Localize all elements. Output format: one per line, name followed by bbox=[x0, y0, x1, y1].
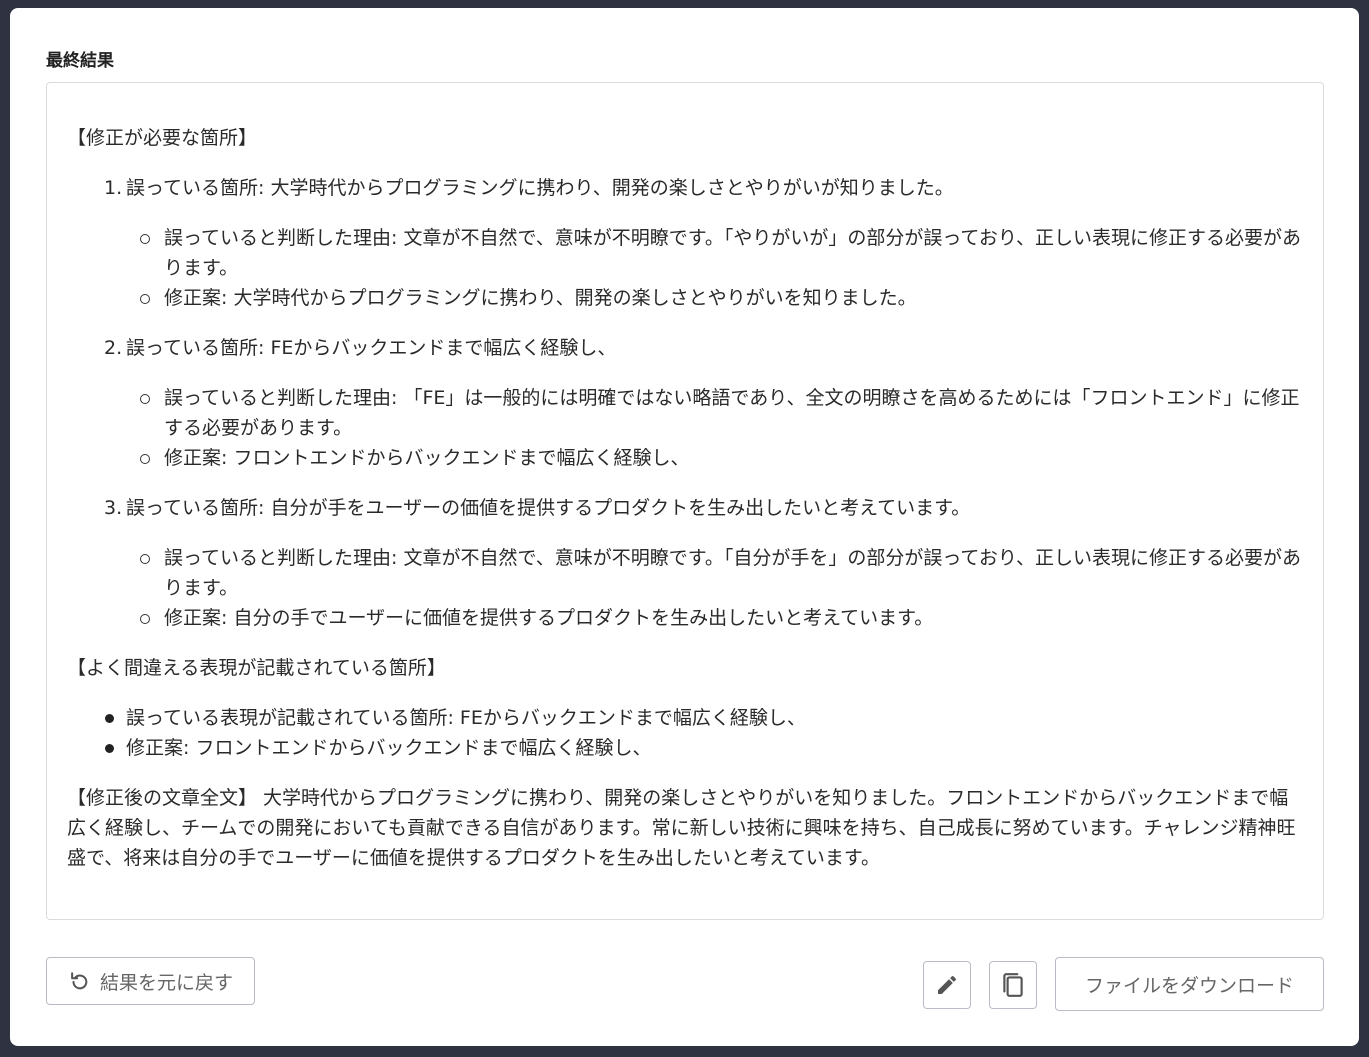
list-item: 誤っている表現が記載されている箇所: FEからバックエンドまで幅広く経験し、 bbox=[105, 703, 1303, 733]
list-item: 修正案: フロントエンドからバックエンドまで幅広く経験し、 bbox=[105, 733, 1303, 763]
revert-button[interactable]: 結果を元に戻す bbox=[46, 957, 255, 1005]
edit-button[interactable] bbox=[923, 961, 971, 1009]
correction-number: 1. bbox=[104, 177, 123, 199]
correction-suggestion: 修正案: フロントエンドからバックエンドまで幅広く経験し、 bbox=[140, 443, 1303, 473]
copy-icon bbox=[1000, 971, 1026, 999]
copy-button[interactable] bbox=[989, 961, 1037, 1009]
correction-item: 1. 誤っている箇所: 大学時代からプログラミングに携わり、開発の楽しさとやりがい… bbox=[104, 173, 1303, 313]
correction-number: 2. bbox=[104, 337, 123, 359]
corrections-list: 1. 誤っている箇所: 大学時代からプログラミングに携わり、開発の楽しさとやりがい… bbox=[104, 173, 1303, 633]
download-file-button[interactable]: ファイルをダウンロード bbox=[1055, 957, 1324, 1011]
correction-reason: 誤っていると判断した理由: 文章が不自然で、意味が不明瞭です。「自分が手を」の部… bbox=[140, 543, 1303, 603]
corrections-heading: 【修正が必要な箇所】 bbox=[67, 127, 258, 149]
pencil-icon bbox=[935, 973, 959, 997]
undo-icon bbox=[68, 970, 90, 992]
correction-location: 誤っている箇所: 大学時代からプログラミングに携わり、開発の楽しさとやりがいが知… bbox=[126, 177, 954, 199]
correction-location: 誤っている箇所: 自分が手をユーザーの価値を提供するプロダクトを生み出したいと考… bbox=[126, 497, 971, 519]
full-text: 【修正後の文章全文】 大学時代からプログラミングに携わり、開発の楽しさとやりがい… bbox=[67, 787, 1296, 869]
correction-suggestion: 修正案: 自分の手でユーザーに価値を提供するプロダクトを生み出したいと考えていま… bbox=[140, 603, 1303, 633]
correction-details: 誤っていると判断した理由: 文章が不自然で、意味が不明瞭です。「やりがいが」の部… bbox=[140, 223, 1303, 313]
correction-location: 誤っている箇所: FEからバックエンドまで幅広く経験し、 bbox=[126, 337, 617, 359]
correction-suggestion: 修正案: 大学時代からプログラミングに携わり、開発の楽しさとやりがいを知りました… bbox=[140, 283, 1303, 313]
correction-item: 3. 誤っている箇所: 自分が手をユーザーの価値を提供するプロダクトを生み出したい… bbox=[104, 493, 1303, 633]
correction-reason: 誤っていると判断した理由: 「FE」は一般的には明確ではない略語であり、全文の明… bbox=[140, 383, 1303, 443]
result-panel: 最終結果 【修正が必要な箇所】 1. 誤っている箇所: 大学時代からプログラミング… bbox=[10, 8, 1359, 1046]
correction-details: 誤っていると判断した理由: 「FE」は一般的には明確ではない略語であり、全文の明… bbox=[140, 383, 1303, 473]
correction-details: 誤っていると判断した理由: 文章が不自然で、意味が不明瞭です。「自分が手を」の部… bbox=[140, 543, 1303, 633]
common-mistakes-list: 誤っている表現が記載されている箇所: FEからバックエンドまで幅広く経験し、 修… bbox=[105, 703, 1303, 763]
correction-reason: 誤っていると判断した理由: 文章が不自然で、意味が不明瞭です。「やりがいが」の部… bbox=[140, 223, 1303, 283]
common-mistakes-heading: 【よく間違える表現が記載されている箇所】 bbox=[67, 657, 446, 679]
result-content: 【修正が必要な箇所】 1. 誤っている箇所: 大学時代からプログラミングに携わり、… bbox=[46, 82, 1324, 920]
section-title: 最終結果 bbox=[46, 51, 114, 71]
correction-item: 2. 誤っている箇所: FEからバックエンドまで幅広く経験し、 誤っていると判断し… bbox=[104, 333, 1303, 473]
revert-button-label: 結果を元に戻す bbox=[99, 971, 233, 994]
correction-number: 3. bbox=[104, 497, 123, 519]
